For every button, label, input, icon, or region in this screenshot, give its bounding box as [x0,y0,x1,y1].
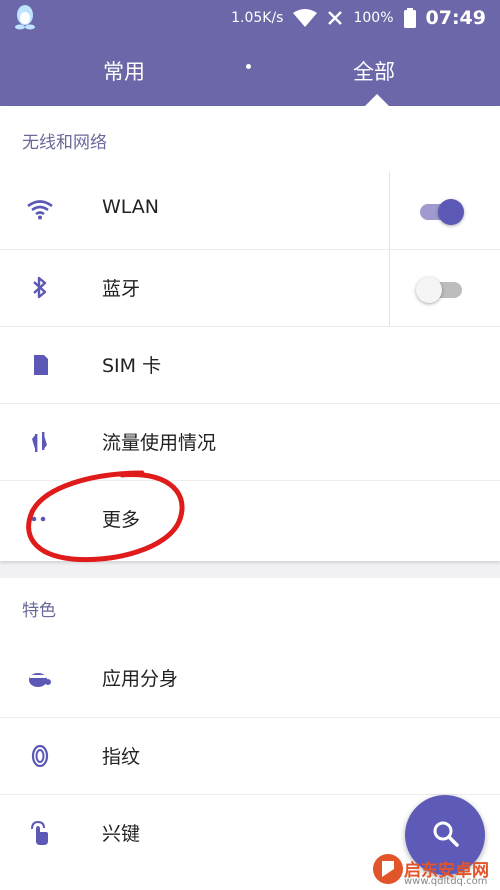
settings-item-label: 流量使用情况 [102,432,217,454]
settings-item-more[interactable]: 更多 [0,480,500,557]
settings-item-label: 蓝牙 [102,278,141,300]
data-usage-icon [32,432,47,452]
settings-item-label: SIM 卡 [102,355,162,377]
tab-bar: 常用 全部 [0,36,500,106]
settings-item-app-clone[interactable]: 应用分身 [0,640,500,717]
no-signal-icon [328,11,343,25]
settings-item-wlan[interactable]: WLAN [0,172,500,249]
status-bar: 1.05K/s 100% 07:49 [0,0,500,36]
watermark-url: www.qdltdq.com [404,876,488,887]
settings-item-bluetooth[interactable]: 蓝牙 [0,249,500,326]
bluetooth-icon [33,276,47,299]
fingerprint-icon [31,744,49,768]
settings-item-label: 更多 [102,509,141,531]
wifi-signal-icon [293,9,318,27]
tab-all[interactable]: 全部 [353,56,395,86]
settings-item-sim[interactable]: SIM 卡 [0,326,500,403]
sim-card-icon [34,355,48,375]
settings-item-fingerprint[interactable]: 指纹 [0,717,500,794]
section-title-network: 无线和网络 [22,133,107,153]
battery-percent: 100% [353,10,394,26]
settings-item-label: 应用分身 [102,668,179,690]
tab-common[interactable]: 常用 [103,56,145,86]
section-title-features: 特色 [22,601,56,621]
tab-selected-indicator [365,94,389,106]
network-speed: 1.05K/s [231,10,284,26]
settings-item-label: WLAN [102,196,160,218]
row-divider [389,250,390,326]
settings-item-data-usage[interactable]: 流量使用情况 [0,403,500,480]
settings-item-label: 指纹 [102,746,141,768]
wifi-icon [27,200,53,220]
row-divider [389,172,390,249]
settings-item-label: 兴键 [102,823,141,845]
wlan-toggle[interactable] [416,198,464,225]
battery-icon [403,8,416,28]
tab-separator-dot [246,64,251,69]
qq-penguin-icon [15,5,35,30]
more-icon [31,516,46,522]
app-clone-icon [29,673,51,687]
network-section: 无线和网络 WLAN 蓝牙 SIM 卡 流量使用情况 更多 [0,106,500,561]
bluetooth-toggle[interactable] [416,276,464,303]
touch-key-icon [31,820,48,845]
clock: 07:49 [425,7,486,29]
